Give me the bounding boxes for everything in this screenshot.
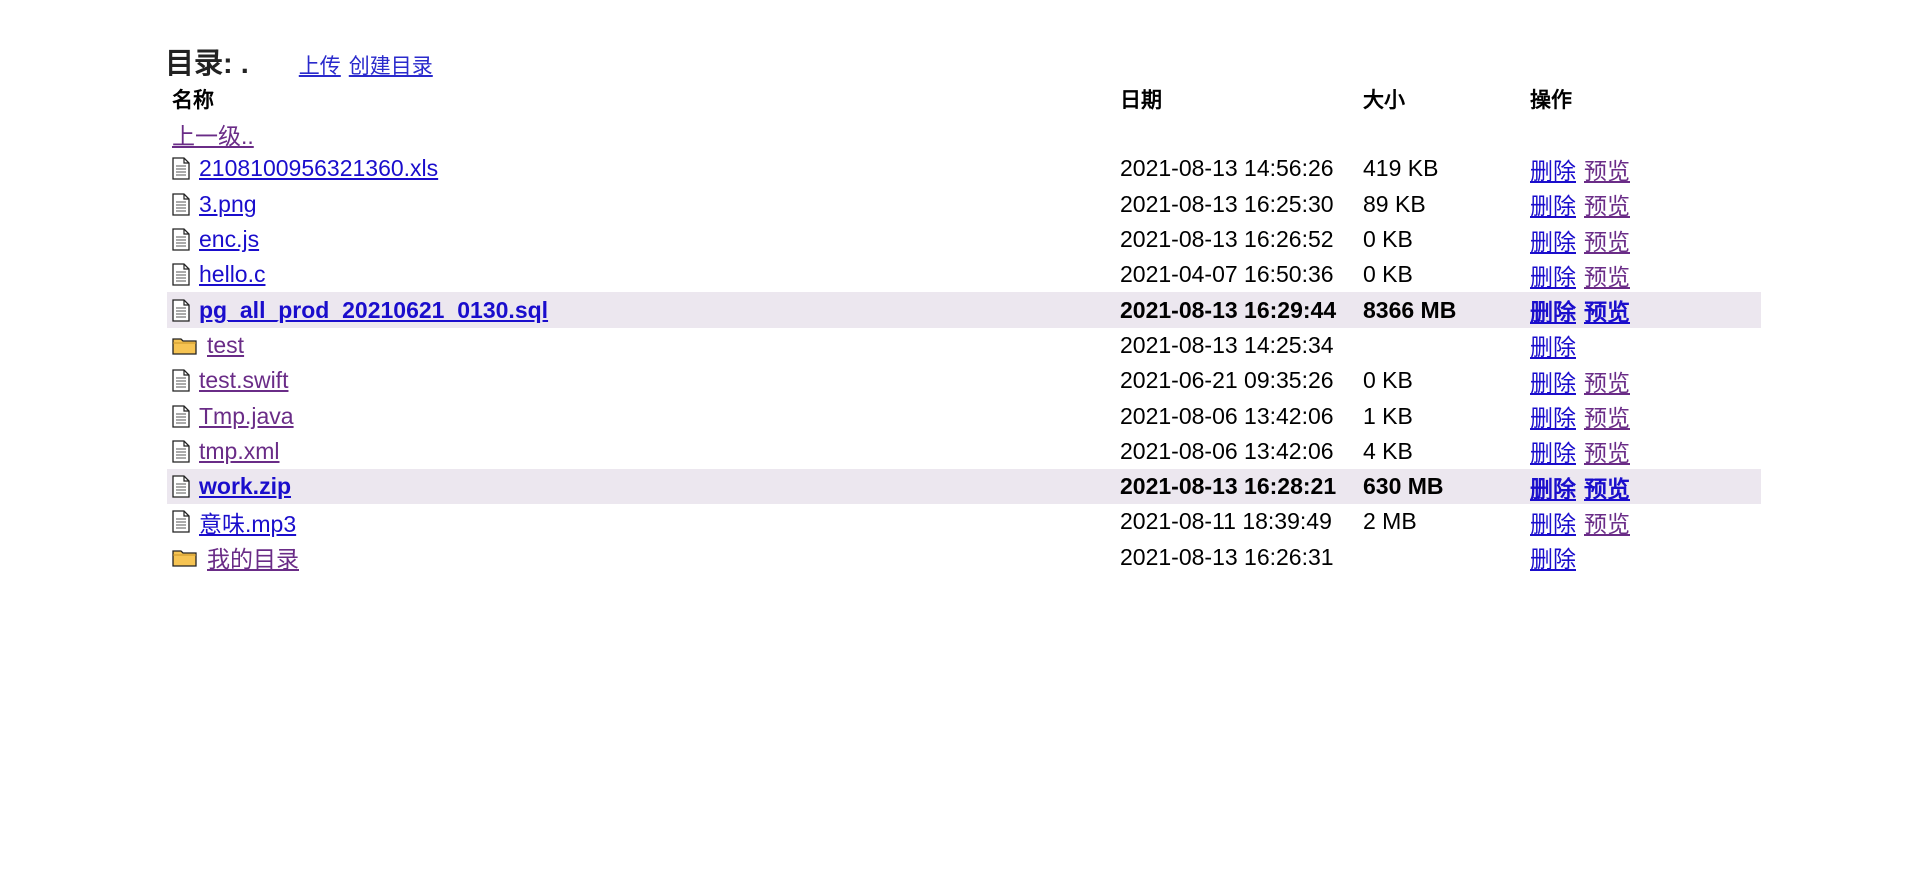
page-title: 目录: . bbox=[165, 48, 249, 80]
file-size: 0 KB bbox=[1363, 367, 1413, 394]
file-link[interactable]: pg_all_prod_20210621_0130.sql bbox=[199, 297, 548, 324]
file-size: 0 KB bbox=[1363, 261, 1413, 288]
upload-link[interactable]: 上传 bbox=[299, 50, 341, 80]
column-header-date: 日期 bbox=[1120, 88, 1162, 112]
file-icon bbox=[172, 157, 190, 181]
file-icon bbox=[172, 263, 190, 286]
file-date: 2021-08-13 16:25:30 bbox=[1120, 190, 1334, 217]
delete-link[interactable]: 删除 bbox=[1530, 405, 1576, 431]
file-row: test.swift 2021-06-21 09:35:26 0 KB 删除 预览 bbox=[167, 363, 1761, 398]
file-date: 2021-08-13 16:28:21 bbox=[1115, 468, 1358, 505]
folder-icon bbox=[172, 335, 198, 356]
file-size: 4 KB bbox=[1363, 437, 1413, 464]
delete-link[interactable]: 删除 bbox=[1530, 158, 1576, 184]
file-link[interactable]: test.swift bbox=[199, 367, 288, 394]
file-row: enc.js 2021-08-13 16:26:52 0 KB 删除 预览 bbox=[167, 222, 1761, 257]
preview-link[interactable]: 预览 bbox=[1584, 264, 1630, 290]
file-row: tmp.xml 2021-08-06 13:42:06 4 KB 删除 预览 bbox=[167, 434, 1761, 469]
delete-link[interactable]: 删除 bbox=[1530, 193, 1576, 219]
file-link[interactable]: 3.png bbox=[199, 191, 257, 218]
delete-link[interactable]: 删除 bbox=[1530, 511, 1576, 537]
file-icon bbox=[172, 298, 190, 322]
file-date: 2021-08-13 14:56:26 bbox=[1120, 155, 1334, 182]
folder-icon bbox=[172, 547, 198, 567]
file-link[interactable]: 意味.mp3 bbox=[199, 505, 296, 539]
folder-link[interactable]: 我的目录 bbox=[207, 540, 299, 574]
table-header-row: 名称 日期 大小 操作 bbox=[167, 81, 1761, 116]
file-size: 419 KB bbox=[1363, 155, 1439, 182]
preview-link[interactable]: 预览 bbox=[1584, 299, 1630, 325]
delete-link[interactable]: 删除 bbox=[1530, 299, 1576, 325]
file-row: 意味.mp3 2021-08-11 18:39:49 2 MB 删除 预览 bbox=[167, 504, 1761, 539]
file-row: 2108100956321360.xls 2021-08-13 14:56:26 4… bbox=[167, 151, 1761, 186]
preview-link[interactable]: 预览 bbox=[1584, 193, 1630, 219]
preview-link[interactable]: 预览 bbox=[1584, 511, 1630, 537]
delete-link[interactable]: 删除 bbox=[1530, 546, 1576, 572]
preview-link[interactable]: 预览 bbox=[1584, 405, 1630, 431]
file-size: 0 KB bbox=[1363, 226, 1413, 253]
file-row: 3.png 2021-08-13 16:25:30 89 KB 删除 预览 bbox=[167, 187, 1761, 222]
file-size: 630 MB bbox=[1358, 468, 1525, 505]
file-size: 8366 MB bbox=[1358, 292, 1525, 328]
parent-row: 上一级.. bbox=[167, 116, 1761, 151]
delete-link[interactable]: 删除 bbox=[1530, 370, 1576, 396]
folder-row: test 2021-08-13 14:25:34 删除 bbox=[167, 328, 1761, 363]
file-date: 2021-08-13 16:29:44 bbox=[1115, 292, 1358, 328]
file-icon bbox=[172, 440, 190, 463]
file-size bbox=[1358, 328, 1525, 363]
delete-link[interactable]: 删除 bbox=[1530, 476, 1576, 502]
file-icon bbox=[172, 228, 190, 251]
file-icon bbox=[172, 369, 190, 392]
file-link[interactable]: tmp.xml bbox=[199, 438, 280, 465]
file-date: 2021-08-13 16:26:52 bbox=[1120, 226, 1334, 253]
file-row: hello.c 2021-04-07 16:50:36 0 KB 删除 预览 bbox=[167, 257, 1761, 292]
parent-directory-link[interactable]: 上一级.. bbox=[172, 123, 254, 149]
folder-row: 我的目录 2021-08-13 16:26:31 删除 bbox=[167, 540, 1761, 575]
file-link[interactable]: enc.js bbox=[199, 226, 259, 253]
preview-link[interactable]: 预览 bbox=[1584, 158, 1630, 184]
preview-link[interactable]: 预览 bbox=[1584, 440, 1630, 466]
file-date: 2021-08-13 16:26:31 bbox=[1120, 543, 1334, 570]
delete-link[interactable]: 删除 bbox=[1530, 229, 1576, 255]
page-header: 目录: . 上传 创建目录 bbox=[165, 40, 441, 82]
file-table: 名称 日期 大小 操作 上一级.. 2108100956321360.xls 20… bbox=[167, 81, 1761, 575]
file-size: 1 KB bbox=[1363, 402, 1413, 429]
file-date: 2021-08-06 13:42:06 bbox=[1120, 402, 1334, 429]
file-link[interactable]: Tmp.java bbox=[199, 403, 294, 430]
file-size: 89 KB bbox=[1363, 190, 1426, 217]
folder-link[interactable]: test bbox=[207, 332, 244, 359]
file-date: 2021-08-11 18:39:49 bbox=[1120, 508, 1332, 535]
file-date: 2021-06-21 09:35:26 bbox=[1120, 367, 1334, 394]
file-row: work.zip 2021-08-13 16:28:21 630 MB 删除 预览 bbox=[167, 468, 1761, 505]
file-link[interactable]: work.zip bbox=[199, 473, 291, 500]
file-date: 2021-08-13 14:25:34 bbox=[1120, 331, 1334, 358]
file-row: pg_all_prod_20210621_0130.sql 2021-08-13 … bbox=[167, 292, 1761, 328]
preview-link[interactable]: 预览 bbox=[1584, 476, 1630, 502]
file-size bbox=[1358, 540, 1525, 575]
delete-link[interactable]: 删除 bbox=[1530, 264, 1576, 290]
delete-link[interactable]: 删除 bbox=[1530, 334, 1576, 360]
column-header-name: 名称 bbox=[172, 88, 214, 112]
file-link[interactable]: 2108100956321360.xls bbox=[199, 155, 438, 182]
preview-link[interactable]: 预览 bbox=[1584, 229, 1630, 255]
file-icon bbox=[172, 404, 190, 428]
column-header-size: 大小 bbox=[1363, 88, 1405, 112]
file-date: 2021-08-06 13:42:06 bbox=[1120, 437, 1334, 464]
delete-link[interactable]: 删除 bbox=[1530, 440, 1576, 466]
file-size: 2 MB bbox=[1363, 508, 1417, 535]
file-icon bbox=[172, 510, 190, 534]
create-directory-link[interactable]: 创建目录 bbox=[349, 50, 433, 80]
file-icon bbox=[172, 475, 190, 498]
file-icon bbox=[172, 193, 190, 216]
file-link[interactable]: hello.c bbox=[199, 261, 265, 288]
file-date: 2021-04-07 16:50:36 bbox=[1120, 261, 1334, 288]
preview-link[interactable]: 预览 bbox=[1584, 370, 1630, 396]
file-row: Tmp.java 2021-08-06 13:42:06 1 KB 删除 预览 bbox=[167, 398, 1761, 433]
column-header-ops: 操作 bbox=[1530, 88, 1572, 112]
